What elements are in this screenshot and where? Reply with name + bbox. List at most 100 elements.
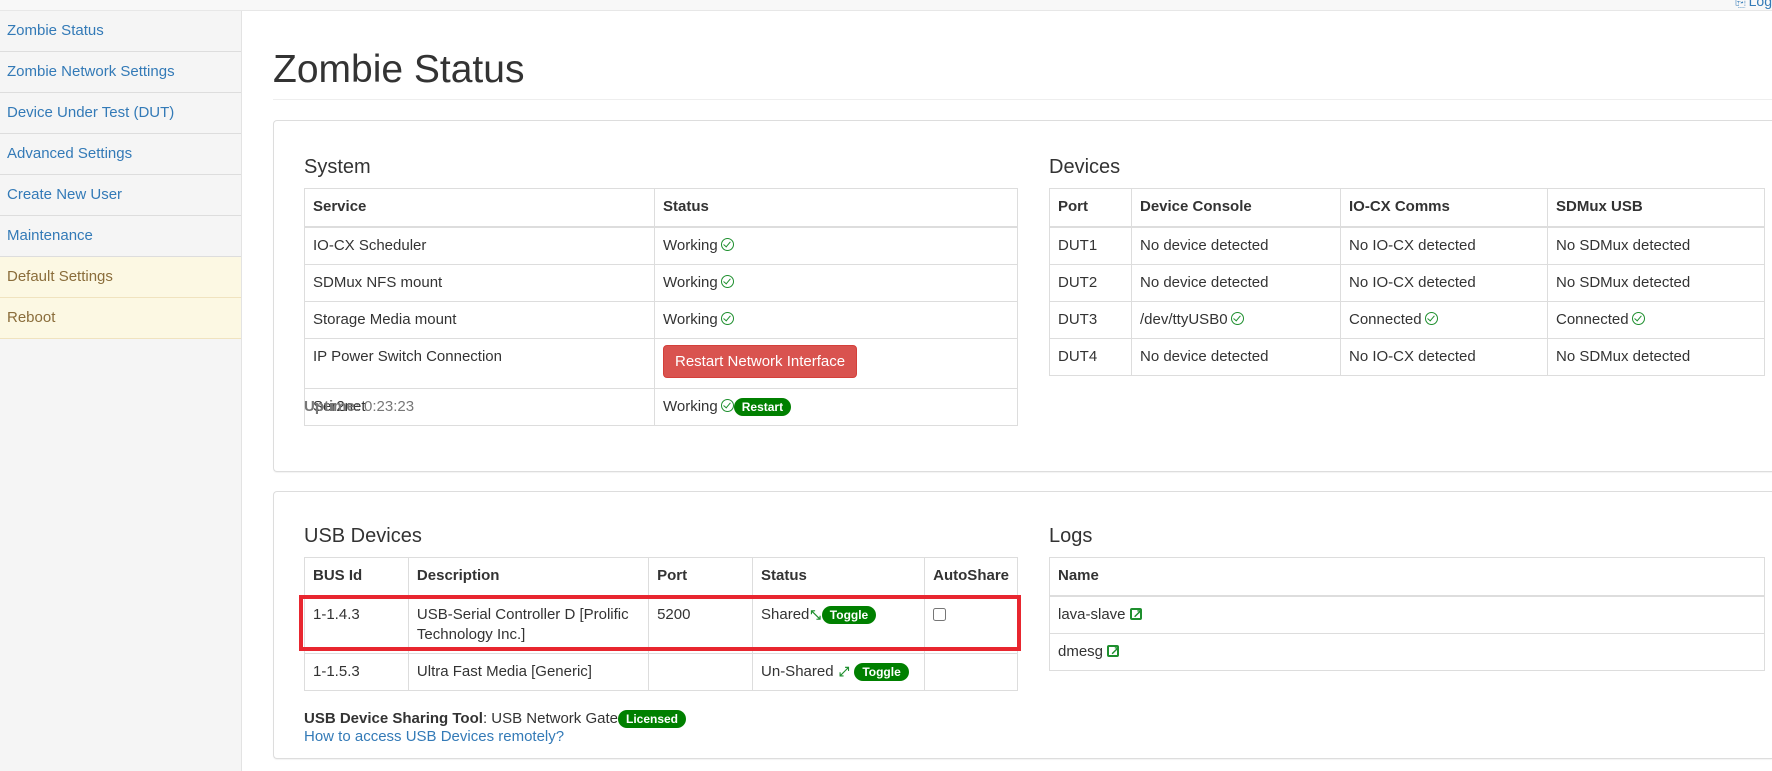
- system-title: System: [304, 156, 371, 178]
- device-sdmux: No SDMux detected: [1547, 226, 1765, 265]
- device-iocx: No IO-CX detected: [1340, 226, 1548, 265]
- device-port: DUT4: [1049, 337, 1132, 376]
- logout-icon: ⎘: [1735, 0, 1746, 9]
- usb-bus-id: 1-1.5.3: [304, 652, 409, 691]
- sidebar-item-default-settings[interactable]: Default Settings: [0, 257, 241, 298]
- external-link-icon[interactable]: [1107, 641, 1120, 661]
- expand-icon: ⤢: [838, 663, 850, 679]
- device-iocx: Connected: [1340, 300, 1548, 339]
- device-console: /dev/ttyUSB0: [1131, 300, 1341, 339]
- usb-logs-panel: USB Devices BUS Id Description Port Stat…: [273, 491, 1772, 759]
- sidebar-item-maintenance[interactable]: Maintenance: [0, 216, 241, 257]
- autoshare-checkbox[interactable]: [933, 607, 947, 621]
- shrink-icon: ⤡: [810, 606, 821, 622]
- service-name: IP Power Switch Connection: [304, 337, 655, 389]
- service-status: Working: [654, 226, 1018, 265]
- sidebar-item-create-user[interactable]: Create New User: [0, 175, 241, 216]
- usb-port: [648, 652, 754, 691]
- log-item: dmesg: [1049, 632, 1765, 671]
- usb-remote-help-link[interactable]: How to access USB Devices remotely?: [304, 728, 564, 745]
- log-item: lava-slave: [1049, 595, 1765, 634]
- restart-network-interface-button[interactable]: Restart Network Interface: [663, 344, 858, 378]
- sidebar-item-zombie-status[interactable]: Zombie Status: [0, 11, 241, 52]
- check-circle-icon: [720, 311, 734, 325]
- device-iocx: No IO-CX detected: [1340, 337, 1548, 376]
- column-header-sdmux-usb: SDMux USB: [1547, 188, 1765, 228]
- table-row: DUT3 /dev/ttyUSB0 Connected Connected: [1049, 300, 1765, 339]
- column-header-service: Service: [304, 188, 655, 228]
- top-navbar: ⎘ Log: [0, 0, 1772, 11]
- logs-table: Name lava-slave dmesg: [1049, 557, 1765, 671]
- sidebar-item-advanced-settings[interactable]: Advanced Settings: [0, 134, 241, 175]
- column-header-status: Status: [752, 557, 926, 597]
- device-console: No device detected: [1131, 226, 1341, 265]
- column-header-port: Port: [1049, 188, 1132, 228]
- table-row: DUT4 No device detected No IO-CX detecte…: [1049, 337, 1765, 376]
- device-port: DUT3: [1049, 300, 1132, 339]
- uptime-text: Uptime: 0:23:23: [304, 398, 415, 415]
- licensed-badge: Licensed: [617, 710, 687, 728]
- table-row: 1-1.5.3 Ultra Fast Media [Generic] Un-Sh…: [304, 652, 1018, 691]
- usb-description: USB-Serial Controller D [Prolific Techno…: [407, 595, 650, 654]
- toggle-share-button[interactable]: Toggle: [821, 605, 877, 624]
- check-circle-icon: [1631, 311, 1645, 325]
- service-status: Working: [654, 300, 1018, 339]
- check-circle-icon: [720, 274, 734, 288]
- usb-description: Ultra Fast Media [Generic]: [407, 652, 650, 691]
- usb-bus-id: 1-1.4.3: [304, 595, 409, 654]
- devices-table: Port Device Console IO-CX Comms SDMux US…: [1049, 188, 1765, 376]
- check-circle-icon: [720, 237, 734, 251]
- usb-port: 5200: [648, 595, 754, 654]
- sidebar: Zombie Status Zombie Network Settings De…: [0, 11, 242, 771]
- device-sdmux: No SDMux detected: [1547, 263, 1765, 302]
- table-row: lava-slave: [1049, 595, 1765, 634]
- device-port: DUT1: [1049, 226, 1132, 265]
- check-circle-icon: [720, 398, 734, 412]
- check-circle-icon: [1230, 311, 1244, 325]
- column-header-bus-id: BUS Id: [304, 557, 409, 597]
- device-port: DUT2: [1049, 263, 1132, 302]
- usb-devices-title: USB Devices: [304, 525, 422, 547]
- toggle-share-button[interactable]: Toggle: [854, 662, 909, 681]
- device-console: No device detected: [1131, 337, 1341, 376]
- table-row: IO-CX Scheduler Working: [304, 226, 1018, 265]
- usb-devices-table: BUS Id Description Port Status AutoShare…: [304, 557, 1018, 691]
- usb-sharing-tool-line: USB Device Sharing Tool: USB Network Gat…: [304, 710, 687, 728]
- devices-title: Devices: [1049, 156, 1121, 178]
- logs-title: Logs: [1049, 525, 1093, 547]
- table-row: 1-1.4.3 USB-Serial Controller D [Prolifi…: [304, 595, 1018, 654]
- logout-link[interactable]: ⎘ Log: [1735, 0, 1772, 10]
- service-status: Restart Network Interface: [654, 337, 1018, 389]
- ser2net-restart-button[interactable]: Restart: [733, 397, 792, 416]
- usb-autoshare: [924, 652, 1018, 691]
- column-header-port: Port: [648, 557, 754, 597]
- sidebar-item-reboot[interactable]: Reboot: [0, 298, 241, 339]
- table-row: Storage Media mount Working: [304, 300, 1018, 339]
- table-row: DUT2 No device detected No IO-CX detecte…: [1049, 263, 1765, 302]
- table-row: SDMux NFS mount Working: [304, 263, 1018, 302]
- device-console: No device detected: [1131, 263, 1341, 302]
- page-title: Zombie Status: [273, 48, 525, 91]
- table-row: DUT1 No device detected No IO-CX detecte…: [1049, 226, 1765, 265]
- external-link-icon[interactable]: [1129, 604, 1143, 624]
- usb-autoshare: [924, 595, 1018, 654]
- column-header-iocx-comms: IO-CX Comms: [1340, 188, 1548, 228]
- column-header-autoshare: AutoShare: [924, 557, 1018, 597]
- device-sdmux: No SDMux detected: [1547, 337, 1765, 376]
- sidebar-item-network-settings[interactable]: Zombie Network Settings: [0, 52, 241, 93]
- check-circle-icon: [1424, 311, 1438, 325]
- service-status: Working Restart: [654, 387, 1018, 426]
- table-row: IP Power Switch Connection Restart Netwo…: [304, 337, 1018, 389]
- table-row: dmesg: [1049, 632, 1765, 671]
- status-panel: System Service Status IO-CX Scheduler Wo…: [273, 120, 1772, 472]
- usb-status: Shared⤡ Toggle: [752, 595, 926, 654]
- column-header-device-console: Device Console: [1131, 188, 1341, 228]
- usb-status: Un-Shared ⤢ Toggle: [752, 652, 926, 691]
- service-name: SDMux NFS mount: [304, 263, 655, 302]
- service-name: Storage Media mount: [304, 300, 655, 339]
- device-iocx: No IO-CX detected: [1340, 263, 1548, 302]
- column-header-description: Description: [407, 557, 650, 597]
- title-divider: [273, 99, 1772, 100]
- sidebar-item-dut[interactable]: Device Under Test (DUT): [0, 93, 241, 134]
- service-status: Working: [654, 263, 1018, 302]
